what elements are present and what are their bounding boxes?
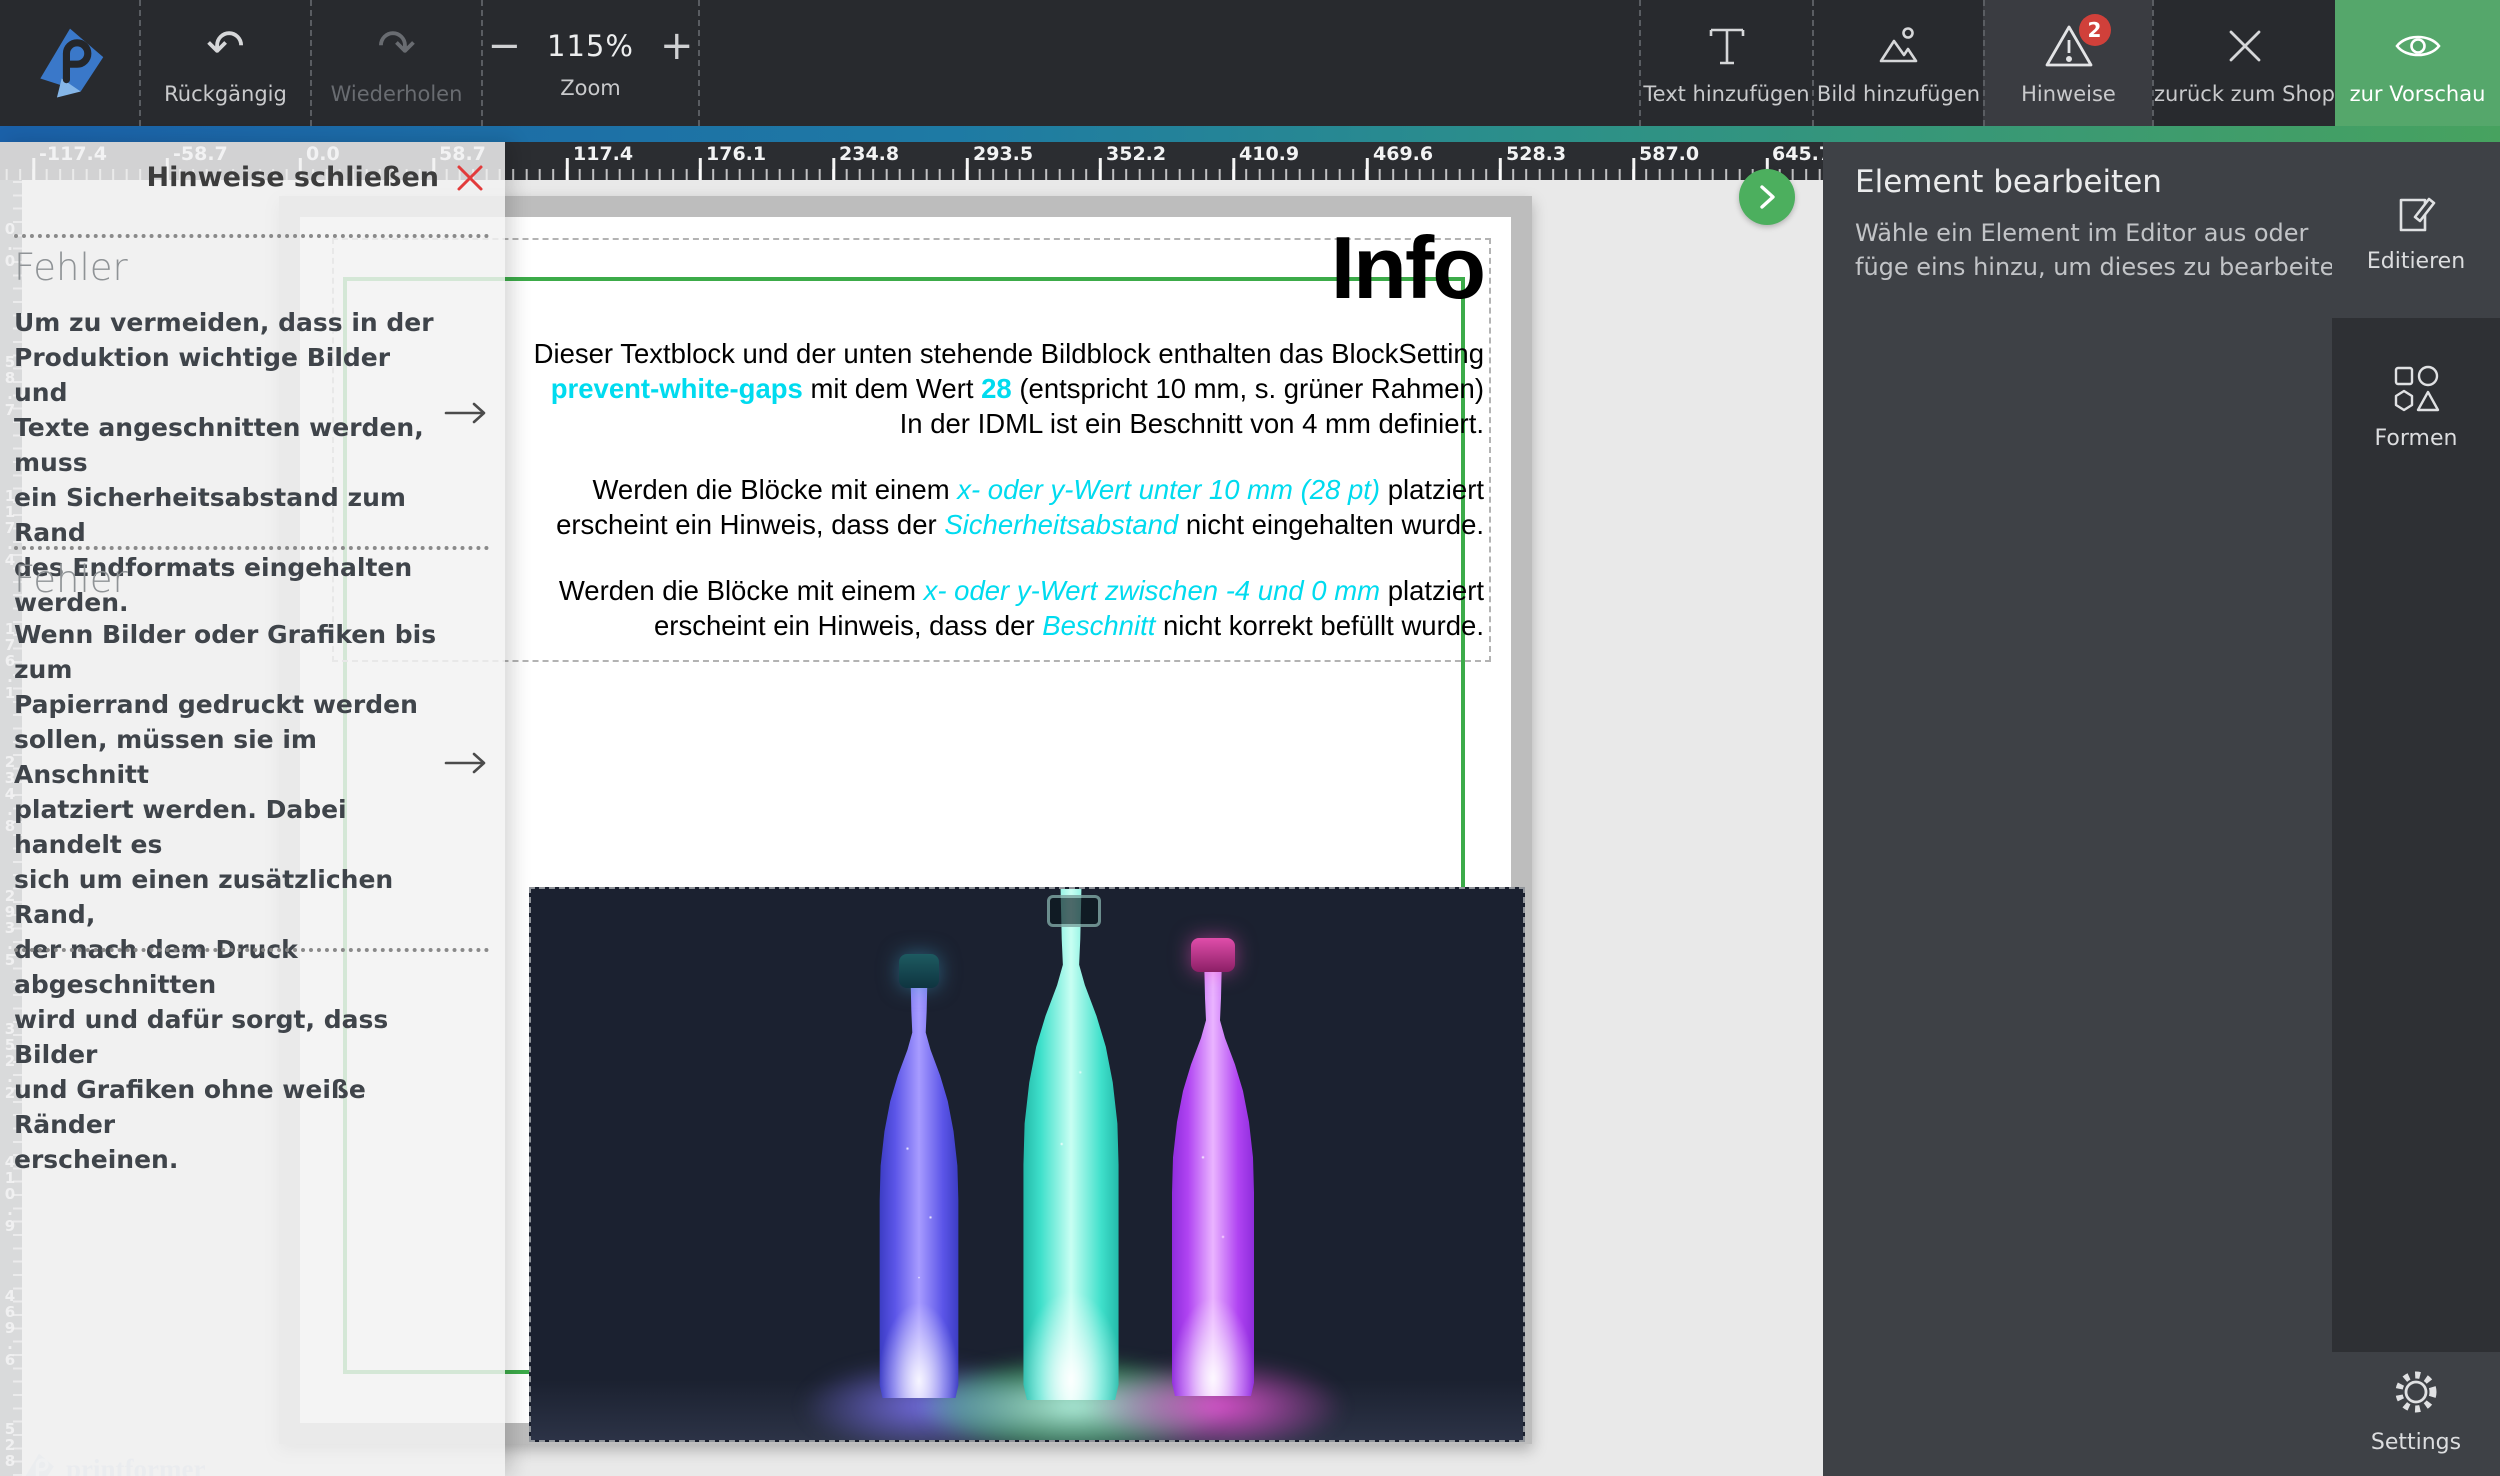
zoom-value: 115% — [547, 29, 634, 63]
undo-button[interactable]: ↶ Rückgängig — [139, 0, 310, 126]
panel-title: Element bearbeiten — [1855, 164, 2162, 200]
text-line: In der IDML ist ein Beschnitt von 4 mm d… — [510, 406, 1484, 441]
bottle-cap — [899, 954, 939, 988]
purple-bottle — [1163, 954, 1263, 1396]
text-icon — [1703, 22, 1751, 70]
close-x-icon — [2222, 23, 2268, 69]
ruler-label: 352.2 — [1106, 143, 1166, 165]
text-line: Werden die Blöcke mit einem x- oder y-We… — [510, 472, 1484, 507]
shapes-icon — [2390, 362, 2442, 414]
preview-button[interactable]: zur Vorschau — [2335, 0, 2500, 126]
zoom-out-button[interactable]: − — [488, 26, 522, 66]
hint-text-line: sich um einen zusätzlichen Rand, — [14, 862, 439, 932]
divider — [14, 948, 489, 952]
tab-formen[interactable]: Formen — [2332, 318, 2500, 494]
preview-label: zur Vorschau — [2350, 82, 2486, 106]
image-block-bottles[interactable] — [529, 887, 1525, 1442]
zoom-in-button[interactable]: + — [660, 26, 694, 66]
text-line: Werden die Blöcke mit einem x- oder y-We… — [510, 573, 1484, 608]
cyan-bottle — [1013, 888, 1129, 1400]
progress-gradient-bar — [0, 126, 2500, 142]
ruler-label: 469.6 — [1373, 143, 1433, 165]
ruler-label: 176.1 — [706, 143, 766, 165]
text-line: prevent-white-gaps mit dem Wert 28 (ents… — [510, 371, 1484, 406]
goto-error-arrow-icon[interactable] — [443, 750, 489, 776]
tab-editieren[interactable]: Editieren — [2332, 142, 2500, 318]
redo-button[interactable]: ↷ Wiederholen — [310, 0, 481, 126]
add-text-label: Text hinzufügen — [1643, 82, 1809, 106]
redo-label: Wiederholen — [331, 82, 463, 106]
image-icon — [1874, 22, 1924, 70]
add-text-button[interactable]: Text hinzufügen — [1639, 0, 1812, 126]
gear-icon — [2388, 1364, 2444, 1420]
hint-section: Fehler Wenn Bilder oder Grafiken bis zum… — [14, 558, 439, 1177]
undo-label: Rückgängig — [164, 82, 287, 106]
goto-error-arrow-icon[interactable] — [443, 400, 489, 426]
ruler-label: 410.9 — [1239, 143, 1299, 165]
printformer-logo-icon — [32, 25, 108, 101]
ruler-label: 117.4 — [573, 143, 633, 165]
bottle-swing-top — [1047, 895, 1101, 927]
add-image-button[interactable]: Bild hinzufügen — [1812, 0, 1983, 126]
hint-section-title: Fehler — [14, 246, 439, 289]
hint-text-line: erscheinen. — [14, 1142, 439, 1177]
workspace: -117.4 -58.7 0.0 58.7 117.4 176.1 234.8 … — [0, 142, 2500, 1476]
hints-count-badge: 2 — [2079, 14, 2111, 46]
panel-subtitle: Wähle ein Element im Editor aus oder füg… — [1855, 216, 2357, 284]
panel-tab-rail: Editieren Formen — [2332, 142, 2500, 1352]
hints-button[interactable]: 2 Hinweise — [1983, 0, 2152, 126]
hint-section-title: Fehler — [14, 558, 439, 601]
back-to-shop-button[interactable]: zurück zum Shop — [2152, 0, 2335, 126]
hint-text-line: sollen, müssen sie im Anschnitt — [14, 722, 439, 792]
hint-text-line: platziert werden. Dabei handelt es — [14, 792, 439, 862]
close-icon[interactable] — [455, 163, 485, 193]
ruler-label: 293.5 — [973, 143, 1033, 165]
divider — [14, 234, 489, 238]
hints-label: Hinweise — [2021, 82, 2116, 106]
tab-editieren-label: Editieren — [2367, 249, 2465, 274]
ruler-label: 234.8 — [839, 143, 899, 165]
top-toolbar: ↶ Rückgängig ↷ Wiederholen − 115% + Zoom — [0, 0, 2500, 126]
hint-text-line: der nach dem Druck abgeschnitten — [14, 932, 439, 1002]
hint-text-line: Um zu vermeiden, dass in der — [14, 305, 439, 340]
zoom-controls: − 115% + Zoom — [481, 0, 698, 126]
collapse-hints-panel-button[interactable] — [1739, 169, 1795, 225]
text-line: erscheint ein Hinweis, dass der Sicherhe… — [510, 507, 1484, 542]
redo-icon: ↷ — [377, 23, 416, 69]
zoom-label: Zoom — [560, 76, 621, 100]
hint-text-line: Wenn Bilder oder Grafiken bis zum — [14, 617, 439, 687]
chevron-right-icon — [1752, 180, 1782, 214]
blue-bottle — [871, 968, 967, 1398]
text-line: erscheint ein Hinweis, dass der Beschnit… — [510, 608, 1484, 643]
divider — [14, 546, 489, 550]
hint-text-line: wird und dafür sorgt, dass Bilder — [14, 1002, 439, 1072]
settings-label: Settings — [2371, 1430, 2461, 1455]
hint-text-line: Texte angeschnitten werden, muss — [14, 410, 439, 480]
edit-element-panel: Element bearbeiten Wähle ein Element im … — [1823, 142, 2500, 1476]
add-image-label: Bild hinzufügen — [1817, 82, 1980, 106]
page-title: Info — [510, 222, 1484, 314]
printformer-editor: ↶ Rückgängig ↷ Wiederholen − 115% + Zoom — [0, 0, 2500, 1476]
back-to-shop-label: zurück zum Shop — [2154, 82, 2335, 106]
hint-text-line: Produktion wichtige Bilder und — [14, 340, 439, 410]
tab-formen-label: Formen — [2375, 426, 2458, 451]
hint-text-line: und Grafiken ohne weiße Ränder — [14, 1072, 439, 1142]
undo-icon: ↶ — [206, 23, 245, 69]
text-block[interactable]: Info Dieser Textblock und der unten steh… — [510, 222, 1484, 643]
bottle-cap — [1191, 938, 1235, 972]
toolbar-spacer — [698, 0, 1639, 126]
settings-button[interactable]: Settings — [2332, 1364, 2500, 1455]
ruler-label: 587.0 — [1639, 143, 1699, 165]
hints-close-label[interactable]: Hinweise schließen — [147, 162, 439, 193]
edit-pencil-icon — [2391, 187, 2441, 237]
hint-text-line: ein Sicherheitsabstand zum Rand — [14, 480, 439, 550]
text-line: Dieser Textblock und der unten stehende … — [510, 336, 1484, 371]
eye-icon — [2392, 22, 2444, 70]
app-logo[interactable] — [0, 0, 139, 126]
ruler-label: 528.3 — [1506, 143, 1566, 165]
hints-panel: Hinweise schließen Fehler Um zu vermeide… — [0, 142, 505, 1476]
hint-text-line: Papierrand gedruckt werden — [14, 687, 439, 722]
ruler-label: 645.7 — [1772, 143, 1823, 165]
